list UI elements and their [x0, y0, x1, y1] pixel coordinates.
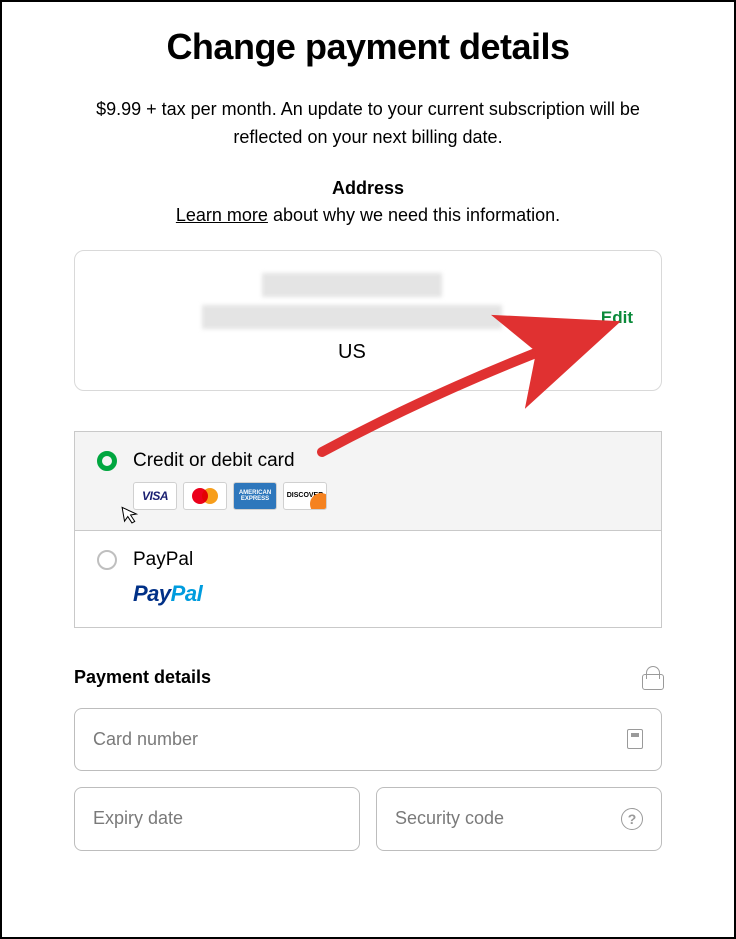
- payment-method-paypal[interactable]: PayPal PayPal: [75, 531, 661, 627]
- expiry-input[interactable]: Expiry date: [74, 787, 360, 851]
- discover-icon: DISCOVER: [283, 482, 327, 510]
- expiry-placeholder: Expiry date: [93, 808, 183, 829]
- visa-icon: VISA: [133, 482, 177, 510]
- amex-icon: AMERICAN EXPRESS: [233, 482, 277, 510]
- card-chip-icon: [627, 729, 643, 749]
- mastercard-icon: [183, 482, 227, 510]
- card-number-placeholder: Card number: [93, 729, 198, 750]
- edit-address-button[interactable]: Edit: [601, 308, 633, 328]
- lock-icon: [642, 666, 662, 690]
- learn-more-tail: about why we need this information.: [268, 205, 560, 225]
- payment-details-heading: Payment details: [74, 667, 211, 688]
- cvc-input[interactable]: Security code ?: [376, 787, 662, 851]
- paypal-method-label: PayPal: [133, 549, 639, 571]
- price-subtitle: $9.99 + tax per month. An update to your…: [74, 96, 662, 152]
- radio-paypal[interactable]: [97, 550, 117, 570]
- address-line-2-redacted: [202, 305, 502, 329]
- address-card: US Edit: [74, 250, 662, 391]
- card-method-label: Credit or debit card: [133, 450, 639, 472]
- address-country: US: [338, 341, 366, 364]
- paypal-icon: PayPal: [133, 581, 639, 607]
- card-number-input[interactable]: Card number: [74, 708, 662, 771]
- payment-method-card[interactable]: Credit or debit card VISA AMERICAN EXPRE…: [75, 432, 661, 531]
- cvc-placeholder: Security code: [395, 808, 504, 829]
- radio-card[interactable]: [97, 451, 117, 471]
- address-info-line: Learn more about why we need this inform…: [74, 205, 662, 226]
- learn-more-link[interactable]: Learn more: [176, 205, 268, 225]
- payment-method-list: Credit or debit card VISA AMERICAN EXPRE…: [74, 431, 662, 628]
- address-line-1-redacted: [262, 273, 442, 297]
- card-logo-row: VISA AMERICAN EXPRESS DISCOVER: [133, 482, 639, 510]
- help-icon[interactable]: ?: [621, 808, 643, 830]
- page-title: Change payment details: [74, 26, 662, 68]
- address-heading: Address: [74, 178, 662, 199]
- address-lines: US: [103, 273, 601, 364]
